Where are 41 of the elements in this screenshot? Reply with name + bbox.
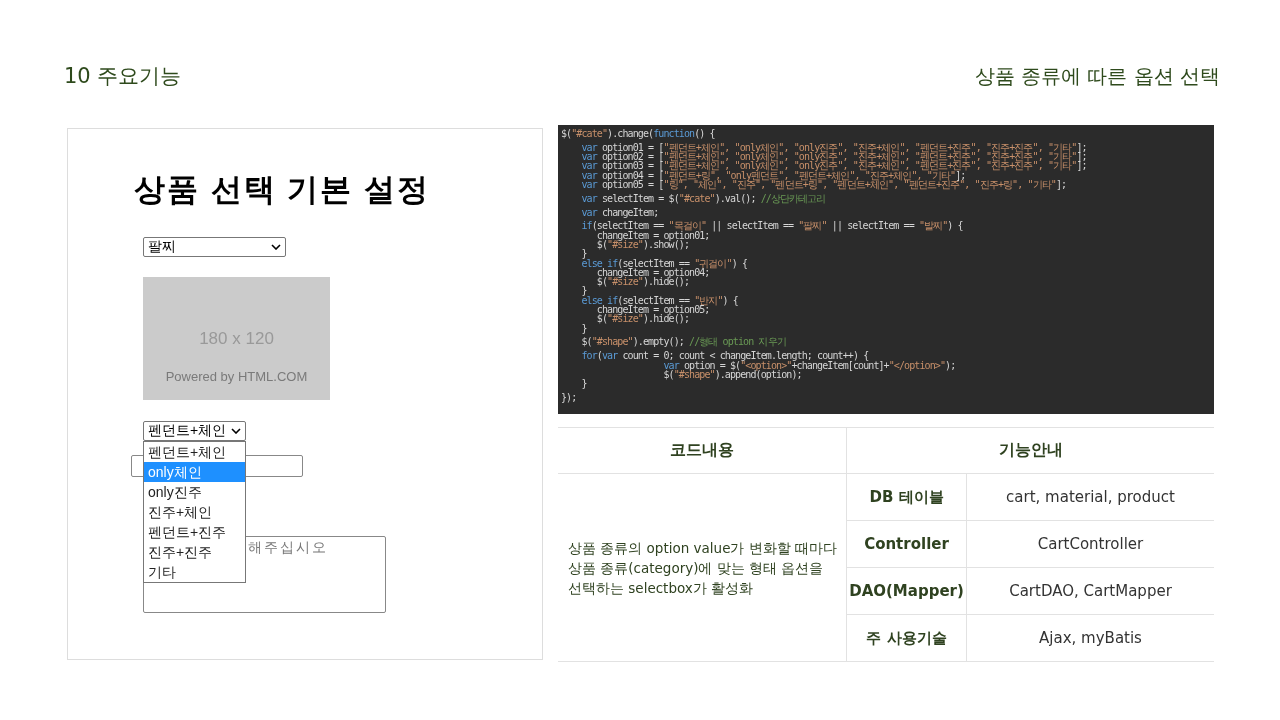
table-cell: CartDAO, CartMapper [967, 568, 1214, 615]
code-line: changeItem = option04; [596, 267, 710, 278]
code-line: if(selectItem == "목걸이" || selectItem == "팔찌" || selectItem == "발찌") { [580, 219, 964, 231]
code-line: var option03 = ["펜던트+체인", "only체인", "only진주", "진주+체인", "펜던트+진주", "진주+진주", "기타"]; [580, 161, 1088, 171]
code-line: var option05 = ["링", "체인", "진주", "펜던트+링", "펜던트+체인", "펜던트+진주", "진주+링", "기타"]; [580, 180, 1068, 190]
column-header: 기능안내 [847, 428, 1214, 474]
code-line: var changeItem; [580, 205, 660, 217]
code-line: for(var count = 0; count < changeItem.length; count++) { [580, 349, 869, 361]
code-line: changeItem = option05; [595, 305, 710, 315]
code-line: $("#shape").empty(); //형태 option 지우기 [580, 335, 787, 347]
table-cell: CartController [967, 521, 1214, 568]
description-cell: 상품 종류의 option value가 변화할 때마다 상품 종류(category)에 맞는 형태 옵션을 선택하는 selectbox가 활성화 [558, 474, 847, 662]
page-heading: 상품 선택 기본 설정 [134, 171, 430, 209]
code-line: } [580, 249, 587, 259]
row-label: DB 테이블 [847, 474, 967, 521]
row-label: 주 사용기술 [847, 615, 967, 662]
code-line: var option = $("<option>"+changeItem[count]+"</option>"); [662, 360, 957, 370]
code-line: changeItem = option01; [596, 230, 711, 240]
code-line: var option02 = ["펜던트+체인", "only체인", "only진주", "진주+체인", "펜던트+진주", "진주+진주", "기타"]; [580, 152, 1088, 162]
code-line: var selectItem = $("#cate").val(); //상단카테고리 [580, 191, 827, 204]
code-line: $("#cate").change(function() { [561, 129, 716, 139]
code-line: $("#shape").append(option); [662, 369, 802, 380]
code-line: var option04 = ["펜던트+링", "only펜던트", "펜던트+체인", "진주+체인", "기타"]; [580, 170, 966, 180]
code-line: else if(selectItem == "반지") { [580, 295, 739, 306]
code-line: }); [561, 390, 578, 403]
section-title: 10 주요기능 [64, 63, 182, 90]
code-line: $("#size").hide(); [595, 277, 690, 287]
table-cell: cart, material, product [967, 474, 1214, 521]
code-line: } [580, 286, 587, 296]
row-label: Controller [847, 521, 967, 568]
slide-title: 상품 종류에 따른 옵션 선택 [974, 63, 1220, 90]
code-line: var option01 = ["펜던트+체인", "only체인", "only진주", "진주+체인", "펜던트+진주", "진주+진주", "기타"]; [580, 140, 1088, 153]
row-label: DAO(Mapper) [847, 568, 967, 615]
code-line: } [580, 379, 588, 389]
code-line: $("#size").show(); [595, 239, 690, 250]
column-header: 코드내용 [558, 428, 847, 474]
table-cell: Ajax, myBatis [967, 615, 1214, 662]
code-line: } [580, 323, 588, 333]
placeholder-credit: Powered by HTML.COM [165, 369, 308, 384]
code-line: $("#size").hide(); [595, 314, 690, 324]
code-line: else if(selectItem == "귀걸이") { [580, 258, 749, 268]
